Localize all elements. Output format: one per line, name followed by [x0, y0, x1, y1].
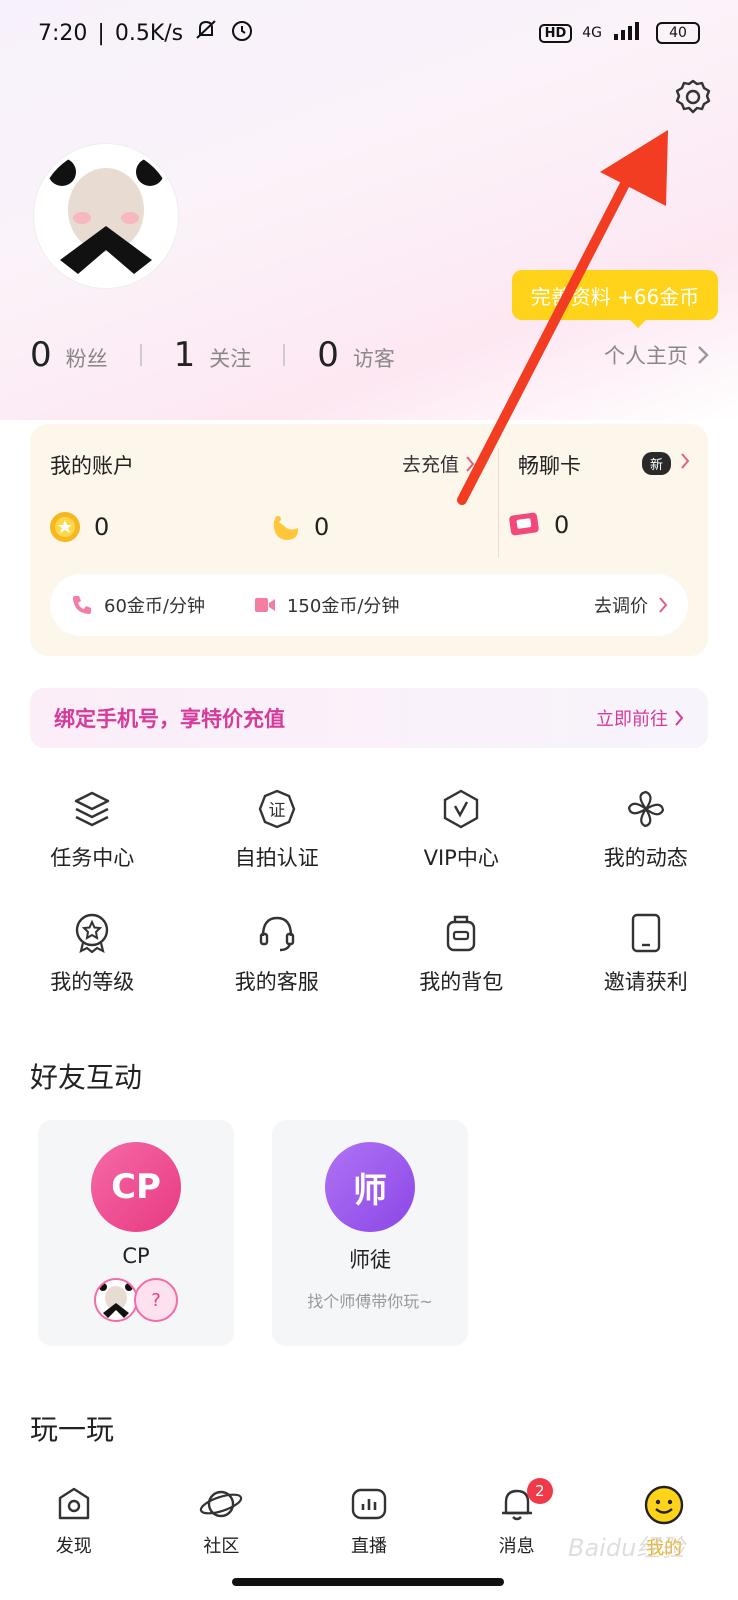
- headset-icon: [254, 910, 300, 956]
- certificate-icon: 证: [254, 786, 300, 832]
- personal-homepage-link[interactable]: 个人主页: [604, 340, 710, 370]
- status-speed: 0.5K/s: [114, 20, 184, 46]
- profile-stats: 0 粉丝 1 关注 0 访客 个人主页: [30, 330, 710, 380]
- vip-icon: [438, 786, 484, 832]
- voice-price: 60金币/分钟: [70, 592, 205, 618]
- smiley-icon: [644, 1485, 684, 1525]
- medal-icon: [69, 910, 115, 956]
- my-mini-avatar: [94, 1278, 138, 1322]
- cp-card[interactable]: CP CP ?: [38, 1120, 234, 1346]
- my-moments-button[interactable]: 我的动态: [554, 786, 738, 910]
- bean-icon: [273, 516, 299, 540]
- svg-text:证: 证: [268, 801, 285, 821]
- pinwheel-icon: [623, 786, 669, 832]
- cp-avatar-pair: ?: [94, 1278, 178, 1322]
- nav-live[interactable]: 直播: [295, 1470, 443, 1574]
- selfie-verify-button[interactable]: 证 自拍认证: [185, 786, 370, 910]
- discover-icon: [58, 1487, 89, 1520]
- gold-coin-icon: [50, 512, 80, 542]
- divider: [498, 448, 499, 558]
- mentor-badge: 师: [325, 1142, 415, 1232]
- call-price-bar: 60金币/分钟 150金币/分钟 去调价: [50, 574, 688, 636]
- bind-phone-banner[interactable]: 绑定手机号，享特价充值 立即前往: [30, 688, 708, 748]
- video-camera-icon: [254, 598, 275, 612]
- network-label: 4G: [582, 25, 602, 41]
- my-level-button[interactable]: 我的等级: [0, 910, 185, 1034]
- friend-interaction-cards: CP CP ? 师 师徒 找个师傅带你玩~: [38, 1120, 468, 1346]
- backpack-icon: [438, 910, 484, 956]
- task-center-button[interactable]: 任务中心: [0, 786, 185, 910]
- chevron-right-icon: [466, 455, 475, 472]
- recharge-link[interactable]: 去充值: [402, 450, 475, 477]
- settings-gear-button[interactable]: [672, 76, 714, 118]
- alarm-icon: [229, 17, 255, 49]
- gear-icon: [675, 79, 711, 114]
- live-icon: [351, 1488, 387, 1520]
- status-bar: 7:20 | 0.5K/s HD 4G 40: [0, 0, 738, 66]
- stat-following[interactable]: 1 关注: [174, 335, 252, 375]
- unread-count-badge: 2: [526, 1478, 553, 1504]
- chevron-right-icon: [659, 597, 668, 613]
- video-price: 150金币/分钟: [253, 592, 399, 618]
- stat-fans[interactable]: 0 粉丝: [30, 335, 108, 375]
- chat-card-title[interactable]: 畅聊卡: [518, 450, 581, 480]
- nav-community[interactable]: 社区: [148, 1470, 296, 1574]
- battery-icon: 40: [656, 22, 700, 44]
- chevron-right-icon: [675, 710, 684, 726]
- status-time: 7:20: [38, 20, 88, 46]
- nav-discover[interactable]: 发现: [0, 1470, 148, 1574]
- friends-section-title: 好友互动: [30, 1061, 143, 1094]
- stat-visitors[interactable]: 0 访客: [317, 335, 395, 375]
- planet-icon: [200, 1490, 243, 1518]
- profile-avatar[interactable]: [34, 144, 178, 288]
- account-title: 我的账户: [50, 454, 134, 478]
- feature-grid: 任务中心 证 自拍认证 VIP中心 我的动态 我的等级 我的客服 我的背包 邀请…: [0, 786, 738, 1034]
- phone-icon: [73, 596, 91, 614]
- go-now-link[interactable]: 立即前往: [596, 705, 684, 731]
- layers-icon: [69, 786, 115, 832]
- coin-balance[interactable]: 0: [48, 510, 109, 544]
- hd-badge: HD: [538, 23, 573, 43]
- account-card: 我的账户 去充值 畅聊卡 新 0 0 0 60金币/分钟 150金币/分钟 去调…: [30, 424, 708, 656]
- adjust-price-link[interactable]: 去调价: [594, 592, 668, 618]
- cp-badge: CP: [91, 1142, 181, 1232]
- chat-card-balance[interactable]: 0: [508, 510, 569, 540]
- divider: [283, 344, 286, 366]
- ticket-icon: [509, 512, 539, 536]
- tablet-icon: [623, 910, 669, 956]
- new-badge: 新: [642, 452, 672, 475]
- home-indicator[interactable]: [232, 1578, 504, 1586]
- vip-center-button[interactable]: VIP中心: [369, 786, 554, 910]
- watermark: Baidu经验: [568, 1534, 685, 1562]
- divider: [139, 344, 142, 366]
- signal-icon: [612, 20, 646, 46]
- mentor-card[interactable]: 师 师徒 找个师傅带你玩~: [272, 1120, 468, 1346]
- unknown-partner-avatar: ?: [134, 1278, 178, 1322]
- my-backpack-button[interactable]: 我的背包: [369, 910, 554, 1034]
- invite-earn-button[interactable]: 邀请获利: [554, 910, 738, 1034]
- customer-service-button[interactable]: 我的客服: [185, 910, 370, 1034]
- mute-icon: [193, 17, 219, 49]
- bean-balance[interactable]: 0: [268, 510, 329, 544]
- chevron-right-icon: [698, 346, 709, 364]
- chevron-right-icon[interactable]: [680, 452, 690, 474]
- complete-profile-tip[interactable]: 完善资料 +66金币: [512, 270, 718, 328]
- play-section-title: 玩一玩: [30, 1413, 115, 1446]
